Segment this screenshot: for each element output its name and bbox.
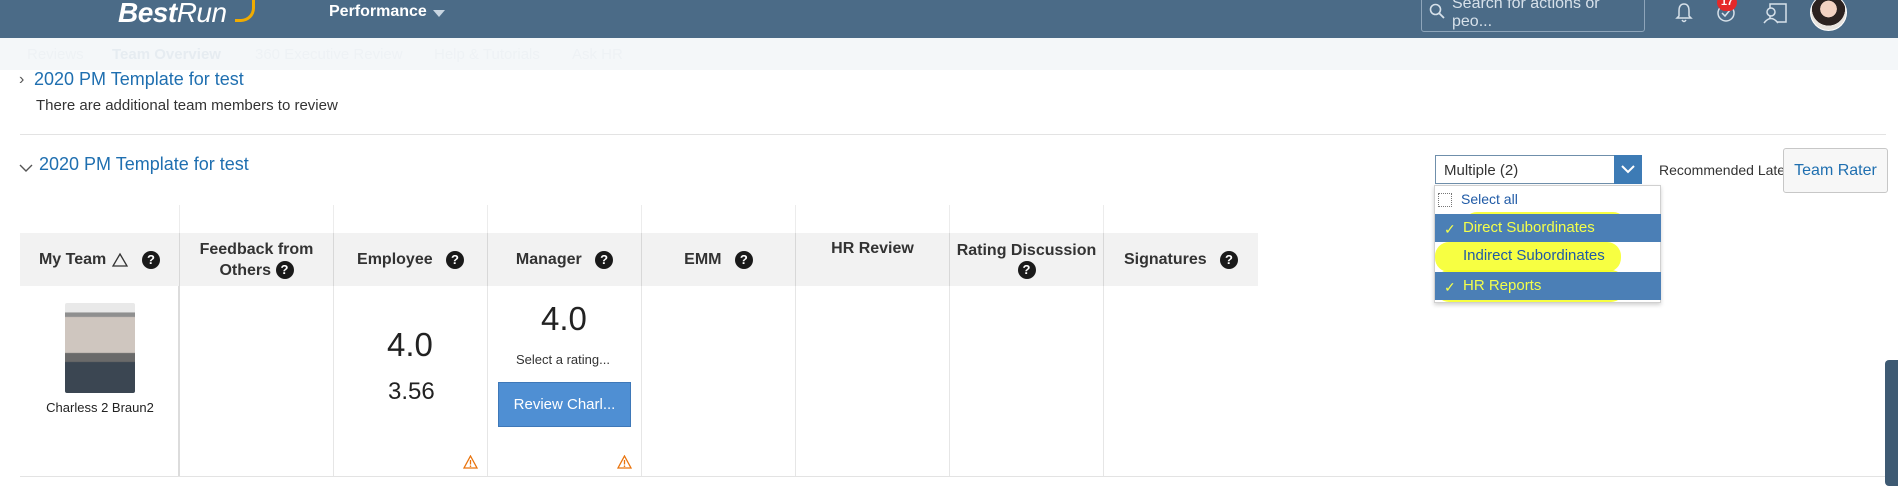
column-label: EMM (684, 251, 722, 268)
team-filter-dropdown: Select all ✓ Direct Subordinates Indirec… (1434, 185, 1661, 303)
select-rating-prompt[interactable]: Select a rating... (516, 352, 610, 367)
option-label: Indirect Subordinates (1463, 247, 1605, 264)
select-all-option[interactable]: Select all (1435, 188, 1661, 210)
bell-icon[interactable] (1675, 2, 1693, 24)
user-avatar[interactable] (1810, 0, 1847, 31)
row-divider (20, 476, 1886, 477)
sort-ascending-icon[interactable] (111, 252, 129, 268)
header-spacer (334, 205, 488, 233)
option-indirect-subordinates[interactable]: Indirect Subordinates (1435, 242, 1661, 270)
header-spacer (950, 205, 1104, 233)
column-hr-review: HR Review (796, 233, 950, 286)
chevron-right-icon[interactable]: › (19, 71, 24, 89)
option-hr-reports[interactable]: ✓ HR Reports (1435, 272, 1661, 300)
header-spacer (20, 205, 180, 233)
search-placeholder: Search for actions or peo... (1452, 0, 1600, 30)
column-emm: EMM ? (642, 233, 796, 286)
header-spacer (1104, 205, 1258, 233)
employee-name[interactable]: Charless 2 Braun2 (40, 400, 160, 415)
team-filter-toggle[interactable] (1614, 155, 1642, 184)
header-spacer (488, 205, 642, 233)
review-button[interactable]: Review Charl... (498, 382, 631, 427)
employee-photo[interactable] (65, 303, 135, 393)
column-feedback-from-others: Feedback from Others ? (180, 233, 334, 286)
option-direct-subordinates[interactable]: ✓ Direct Subordinates (1435, 214, 1661, 242)
header-spacer (642, 205, 796, 233)
column-label: Employee (357, 251, 433, 268)
column-label: HR Review (831, 240, 914, 257)
section-note: There are additional team members to rev… (36, 97, 338, 114)
module-label: Performance (329, 3, 427, 20)
column-label: Signatures (1123, 251, 1207, 268)
cell-rating-discussion (950, 286, 1104, 476)
section-divider (20, 134, 1886, 135)
module-menu[interactable]: Performance (329, 3, 445, 21)
header-spacer (796, 205, 950, 233)
column-label: Manager (515, 251, 582, 268)
sub-tab-bar: Reviews Team Overview 360 Executive Revi… (0, 38, 1898, 70)
help-icon[interactable]: ? (445, 250, 464, 269)
check-icon: ✓ (1444, 279, 1456, 295)
section-title-collapsed[interactable]: 2020 PM Template for test (34, 69, 244, 90)
recommended-later-label: Recommended Later (1659, 162, 1790, 178)
help-icon[interactable]: ? (595, 250, 614, 269)
help-icon[interactable]: ? (142, 250, 161, 269)
cell-emm (642, 286, 796, 476)
support-side-tab[interactable] (1885, 360, 1898, 486)
check-icon: ✓ (1444, 221, 1456, 237)
option-label: Direct Subordinates (1463, 219, 1595, 236)
tab-help-tutorials[interactable]: Help & Tutorials (434, 46, 540, 63)
tab-team-overview[interactable]: Team Overview (112, 46, 221, 63)
help-icon[interactable]: ? (1220, 250, 1239, 269)
company-logo[interactable]: BestRun (118, 0, 227, 30)
column-my-team[interactable]: My Team ? (20, 233, 180, 286)
column-manager: Manager ? (488, 233, 642, 286)
help-icon[interactable]: ? (275, 261, 294, 280)
column-label: Rating Discussion (956, 242, 1097, 259)
logo-arc (235, 0, 255, 22)
chevron-down-icon (432, 9, 445, 17)
team-filter-select[interactable]: Multiple (2) (1435, 155, 1641, 184)
manager-rating: 4.0 (541, 300, 587, 337)
cell-signatures (1104, 286, 1258, 476)
column-signatures: Signatures ? (1104, 233, 1258, 286)
tab-360-executive-review[interactable]: 360 Executive Review (255, 46, 403, 63)
shell-bar: BestRun Performance Search for actions o… (0, 0, 1898, 38)
tab-ask-hr[interactable]: Ask HR (572, 46, 623, 63)
warning-icon (463, 455, 478, 469)
help-icon[interactable]: ? (1017, 261, 1036, 279)
column-rating-discussion: Rating Discussion ? (950, 233, 1104, 286)
cell-hr-review (796, 286, 950, 476)
column-label: Feedback from Others (199, 240, 314, 279)
column-label: My Team (38, 251, 107, 268)
chevron-down-icon (1621, 165, 1635, 174)
header-spacer (180, 205, 334, 233)
warning-icon (617, 455, 632, 469)
search-input[interactable]: Search for actions or peo... (1421, 0, 1645, 32)
select-all-checkbox[interactable] (1438, 193, 1452, 207)
employee-rating: 4.0 (387, 326, 433, 363)
option-label: HR Reports (1463, 277, 1542, 294)
employee-calculated-rating: 3.56 (388, 378, 435, 405)
select-all-label: Select all (1461, 191, 1518, 207)
search-icon (1429, 3, 1445, 19)
team-rater-button[interactable]: Team Rater (1783, 148, 1888, 193)
people-profile-icon[interactable] (1762, 2, 1788, 24)
cell-feedback (180, 286, 334, 476)
help-icon[interactable]: ? (734, 250, 753, 269)
chevron-down-icon[interactable] (19, 163, 33, 173)
column-employee: Employee ? (334, 233, 488, 286)
tab-reviews[interactable]: Reviews (27, 46, 84, 63)
section-title-expanded[interactable]: 2020 PM Template for test (39, 154, 249, 175)
